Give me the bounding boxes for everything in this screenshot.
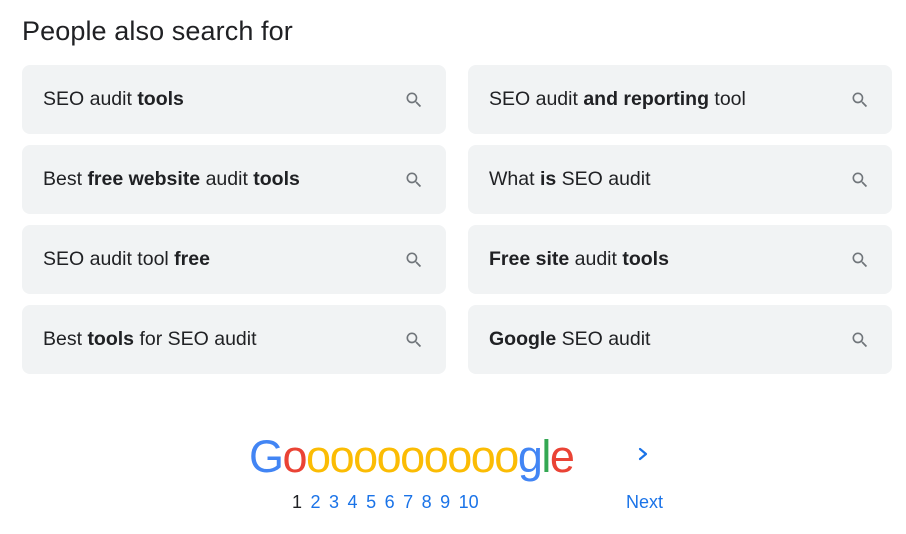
related-search-chip[interactable]: SEO audit and reporting tool <box>468 65 892 134</box>
logo-letter: o <box>282 431 308 482</box>
related-search-text: SEO audit tool free <box>43 248 210 271</box>
related-search-text: What is SEO audit <box>489 168 651 191</box>
related-search-chip[interactable]: Best free website audit tools <box>22 145 446 214</box>
logo-letter: e <box>549 431 575 482</box>
page-link[interactable]: 10 <box>459 492 479 513</box>
related-search-text: SEO audit tools <box>43 88 184 111</box>
page-link[interactable]: 8 <box>422 492 432 513</box>
related-search-chip[interactable]: SEO audit tools <box>22 65 446 134</box>
bold-term: and reporting <box>583 88 709 110</box>
related-search-text: Best tools for SEO audit <box>43 328 257 351</box>
plain-term: audit <box>569 248 623 270</box>
next-page-link[interactable]: Next <box>626 492 663 513</box>
search-icon <box>852 332 868 347</box>
logo-letter: g <box>517 431 543 482</box>
logo-letter: o <box>306 431 331 482</box>
related-searches-grid: SEO audit tools SEO audit and reporting t… <box>22 65 892 374</box>
plain-term: Best <box>43 168 88 190</box>
bold-term: Free site <box>489 248 570 270</box>
logo-letter: o <box>494 431 519 482</box>
page-link[interactable]: 4 <box>348 492 358 513</box>
logo-letter: l <box>541 431 551 482</box>
plain-term: audit <box>200 168 254 190</box>
logo-letter: o <box>376 431 402 482</box>
related-search-text: Google SEO audit <box>489 328 650 351</box>
related-search-chip[interactable]: What is SEO audit <box>468 145 892 214</box>
related-search-chip[interactable]: SEO audit tool free <box>22 225 446 294</box>
logo-letter: o <box>423 431 449 482</box>
bold-term: tools <box>622 248 669 270</box>
related-search-chip[interactable]: Free site audit tools <box>468 225 892 294</box>
related-search-chip[interactable]: Best tools for SEO audit <box>22 305 446 374</box>
search-icon <box>852 252 868 267</box>
plain-term: tool <box>708 88 746 110</box>
related-search-text: Free site audit tools <box>489 248 669 271</box>
search-icon <box>852 172 868 187</box>
current-page-number: 1 <box>292 492 303 512</box>
google-logo: Goooooooooogle <box>249 431 575 482</box>
logo-letter: o <box>447 431 472 482</box>
page-link[interactable]: 9 <box>440 492 450 513</box>
page-link[interactable]: 7 <box>403 492 413 513</box>
logo-letter: G <box>249 431 284 482</box>
related-search-text: SEO audit and reporting tool <box>489 88 746 111</box>
logo-letter: o <box>353 431 378 482</box>
bold-term: tools <box>137 88 184 110</box>
logo-letter: o <box>329 431 355 482</box>
search-icon <box>852 92 868 107</box>
bold-term: free <box>174 248 210 270</box>
related-search-chip[interactable]: Google SEO audit <box>468 305 892 374</box>
plain-term: for SEO audit <box>134 328 257 350</box>
search-icon <box>406 332 422 347</box>
plain-term: Best <box>43 328 88 350</box>
related-search-text: Best free website audit tools <box>43 168 300 191</box>
section-title: People also search for <box>22 16 293 46</box>
plain-term: SEO audit <box>489 88 584 110</box>
plain-term: SEO audit <box>556 168 651 190</box>
search-icon <box>406 252 422 267</box>
pagination: Goooooooooogle 1 2 3 4 5 6 7 8 9 10 Next <box>0 430 906 530</box>
chevron-right-icon[interactable] <box>636 444 650 464</box>
logo-letter: o <box>400 431 425 482</box>
search-icon <box>406 92 422 107</box>
search-icon <box>406 172 422 187</box>
page-link[interactable]: 3 <box>329 492 339 513</box>
page-link[interactable]: 5 <box>366 492 376 513</box>
page-link[interactable]: 6 <box>385 492 395 513</box>
page-link[interactable]: 2 <box>311 492 321 513</box>
bold-term: tools <box>253 168 300 190</box>
plain-term: SEO audit <box>556 328 651 350</box>
plain-term: SEO audit <box>43 88 138 110</box>
page-numbers: 1 2 3 4 5 6 7 8 9 10 <box>292 492 487 513</box>
plain-term: What <box>489 168 540 190</box>
bold-term: free website <box>87 168 201 190</box>
plain-term: SEO audit tool <box>43 248 175 270</box>
bold-term: tools <box>87 328 135 350</box>
bold-term: Google <box>489 328 557 350</box>
bold-term: is <box>539 168 557 190</box>
logo-letter: o <box>470 431 496 482</box>
